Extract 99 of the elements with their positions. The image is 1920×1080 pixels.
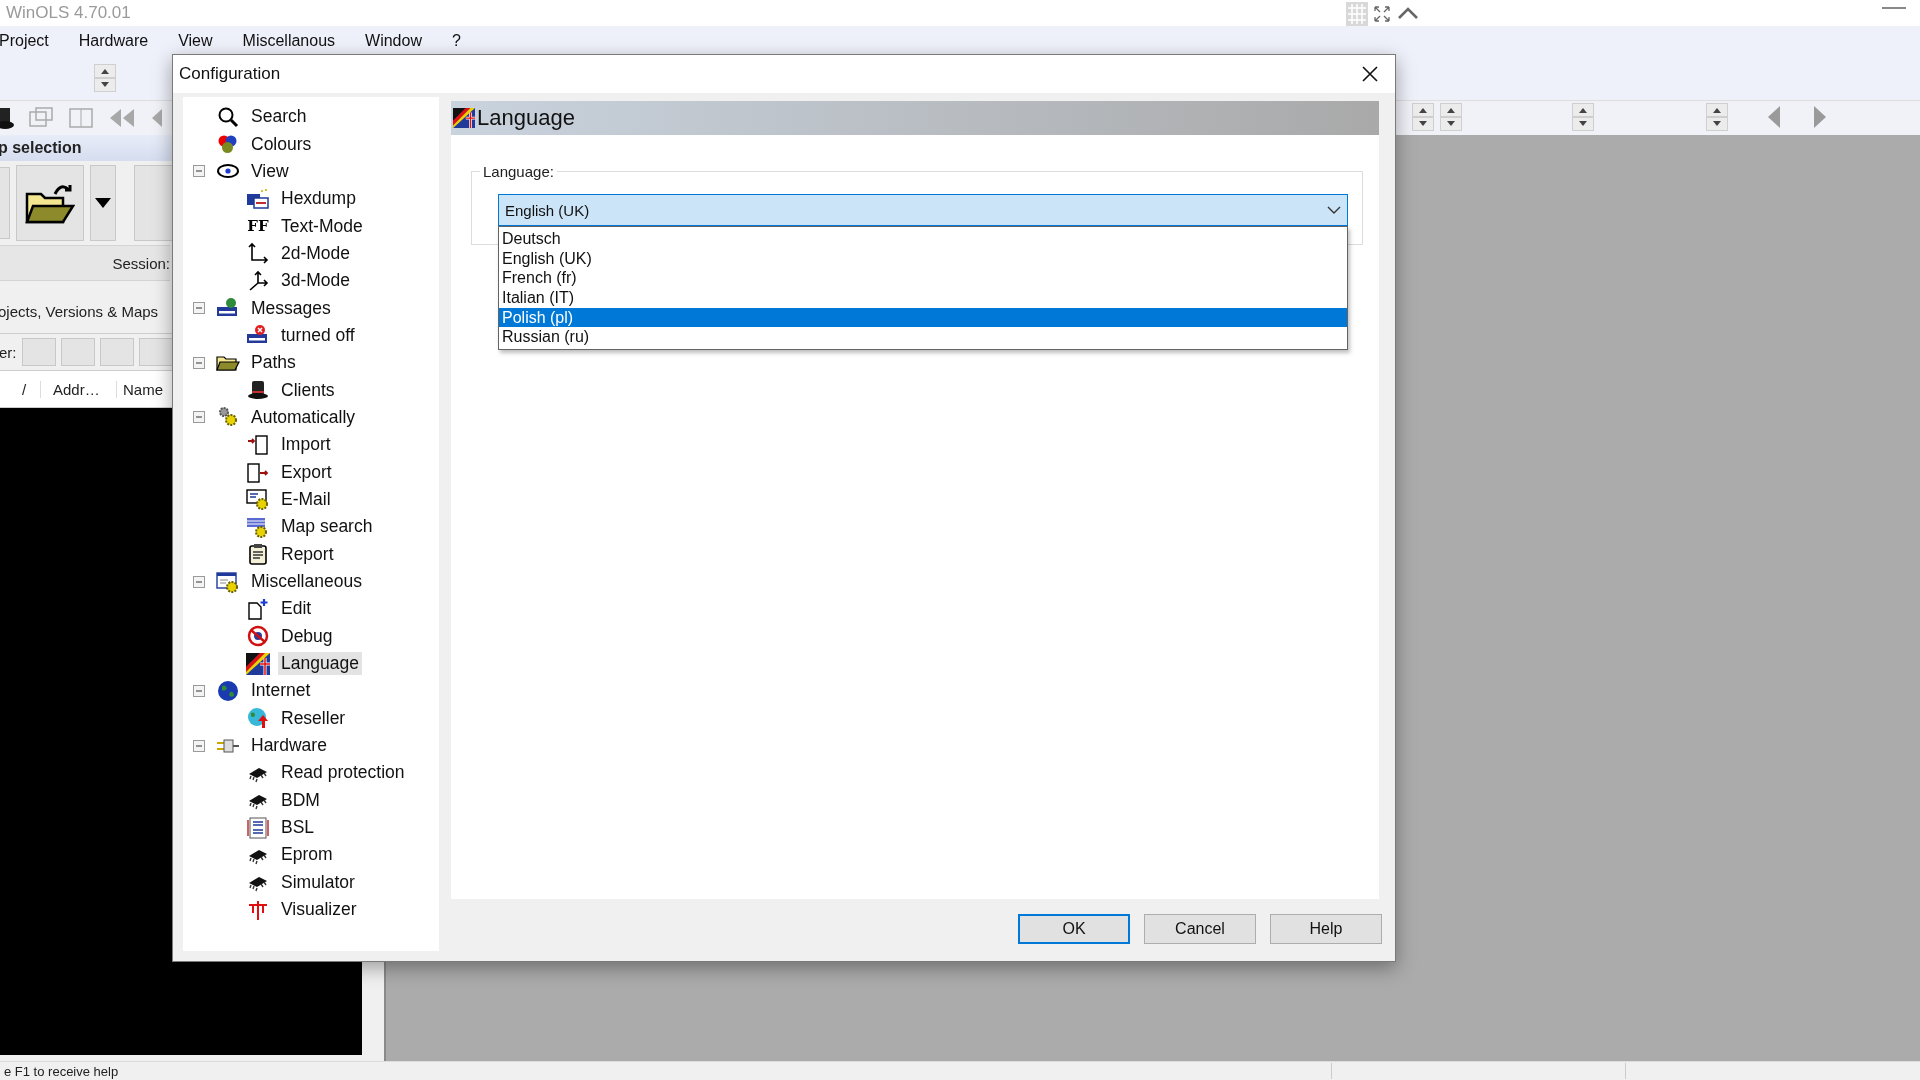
tree-item[interactable]: E-Mail	[278, 488, 334, 511]
tree-item[interactable]: Paths	[248, 351, 299, 375]
tree-item[interactable]: turned off	[278, 323, 358, 347]
back-icon[interactable]	[150, 106, 162, 130]
filter-button[interactable]	[138, 338, 173, 366]
chip-icon	[246, 816, 270, 839]
tree-item[interactable]: Report	[278, 542, 337, 566]
filter-label: er:	[0, 343, 17, 361]
close-icon	[1362, 66, 1378, 82]
collapse-icon[interactable]	[193, 684, 205, 697]
t-shape-icon	[246, 898, 270, 921]
collapse-icon[interactable]	[193, 302, 205, 315]
tree-item[interactable]: Messages	[248, 296, 334, 320]
letter-icon: FF	[247, 217, 269, 236]
collapse-icon[interactable]	[193, 356, 205, 369]
menu-item[interactable]: Window	[365, 32, 430, 50]
document-icon	[246, 597, 270, 620]
top-hat-icon[interactable]	[0, 105, 14, 131]
collapse-icon[interactable]	[193, 411, 205, 424]
dropdown-option[interactable]: English (UK)	[499, 248, 1347, 269]
tree-item[interactable]: Internet	[248, 679, 314, 703]
session-label: Session:	[112, 254, 170, 272]
status-text: e F1 to receive help	[3, 1063, 120, 1079]
window-icon	[216, 570, 240, 593]
forward-icon[interactable]	[1812, 104, 1828, 130]
spinner-icon[interactable]	[1412, 103, 1434, 131]
dropdown-option[interactable]: French (fr)	[499, 268, 1347, 289]
caret-icon	[95, 198, 111, 208]
dialog-button[interactable]: Help	[1270, 914, 1382, 944]
tree-item[interactable]: Export	[278, 460, 335, 484]
tree-item[interactable]: Language	[278, 652, 362, 676]
rewind-icon[interactable]	[108, 106, 136, 130]
gears-icon	[216, 406, 240, 429]
axes-icon	[246, 242, 270, 265]
menu-item[interactable]: Project	[0, 32, 57, 50]
tree-item[interactable]: Clients	[278, 378, 338, 402]
spinner-icon[interactable]	[1572, 103, 1594, 131]
spinner-icon[interactable]	[1440, 103, 1462, 131]
back-icon[interactable]	[1766, 104, 1782, 130]
menu-item[interactable]: ?	[451, 32, 469, 50]
tree-item[interactable]: Read protection	[278, 761, 408, 785]
tree-item[interactable]: 2d-Mode	[278, 241, 354, 265]
tree-item[interactable]: Hardware	[248, 734, 330, 758]
tree-item[interactable]: View	[248, 159, 292, 183]
dropdown-option[interactable]: Russian (ru)	[499, 327, 1347, 348]
flag-icon	[453, 107, 475, 129]
dialog-title: Configuration	[179, 64, 281, 84]
tree-item[interactable]: Import	[278, 433, 334, 457]
tree-item[interactable]: Miscellaneous	[248, 570, 365, 593]
clipboard-icon	[246, 543, 270, 566]
grid-icon	[246, 515, 270, 538]
tree-item[interactable]: Search	[248, 105, 310, 129]
tree-item[interactable]: Colours	[248, 132, 315, 156]
tree-item[interactable]: Eprom	[278, 843, 336, 867]
collapse-icon[interactable]	[193, 575, 205, 588]
window-icon	[246, 187, 270, 210]
window-icon[interactable]	[68, 106, 94, 130]
menu-item[interactable]: Miscellanous	[242, 32, 344, 50]
magnifier-icon	[216, 105, 240, 128]
document-icon	[246, 433, 270, 456]
page-title: Language	[477, 105, 575, 131]
dropdown-option[interactable]: Polish (pl)	[499, 307, 1347, 328]
spinner-icon[interactable]	[94, 64, 116, 92]
flag-icon	[246, 652, 270, 675]
collapse-icon[interactable]	[193, 739, 205, 752]
dropdown-option[interactable]: Italian (IT)	[499, 288, 1347, 308]
dropdown-button[interactable]	[90, 165, 116, 241]
tree-item[interactable]: Automatically	[248, 405, 359, 429]
window-icon[interactable]	[28, 106, 54, 130]
dialog-button[interactable]: OK	[1018, 914, 1130, 944]
dialog-button[interactable]: Cancel	[1144, 914, 1256, 944]
tree-item[interactable]: Visualizer	[278, 898, 360, 922]
column-header[interactable]: /	[0, 380, 40, 398]
envelope-icon	[246, 488, 270, 511]
open-button[interactable]	[16, 165, 84, 241]
tree-item[interactable]: BDM	[278, 788, 323, 812]
menu-item[interactable]: Hardware	[78, 32, 157, 50]
tree-item[interactable]: Debug	[278, 624, 336, 648]
group-label: Language:	[482, 163, 555, 180]
column-header[interactable]: Addr…	[40, 380, 116, 398]
tree-item[interactable]: Hexdump	[278, 187, 359, 211]
tree-item[interactable]: Reseller	[278, 706, 349, 730]
tree-item[interactable]: Edit	[278, 597, 315, 621]
bug-icon	[246, 625, 270, 648]
dropdown-option[interactable]: Deutsch	[499, 229, 1347, 249]
top-hat-icon	[246, 379, 270, 402]
collapse-icon[interactable]	[193, 165, 205, 178]
spinner-icon[interactable]	[1706, 103, 1728, 131]
window-title: WinOLS 4.70.01	[6, 3, 131, 23]
tree-item[interactable]: Map search	[278, 515, 376, 539]
tree-item[interactable]: Simulator	[278, 870, 358, 894]
document-icon	[246, 461, 270, 484]
tree-item[interactable]: 3d-Mode	[278, 269, 354, 293]
globe-icon	[246, 707, 270, 730]
tree-item[interactable]: BSL	[278, 816, 318, 840]
globe-icon	[216, 679, 240, 702]
tree-item[interactable]: Text-Mode	[278, 214, 366, 238]
menu-item[interactable]: View	[178, 32, 221, 50]
chevron-down-icon	[1327, 206, 1341, 214]
